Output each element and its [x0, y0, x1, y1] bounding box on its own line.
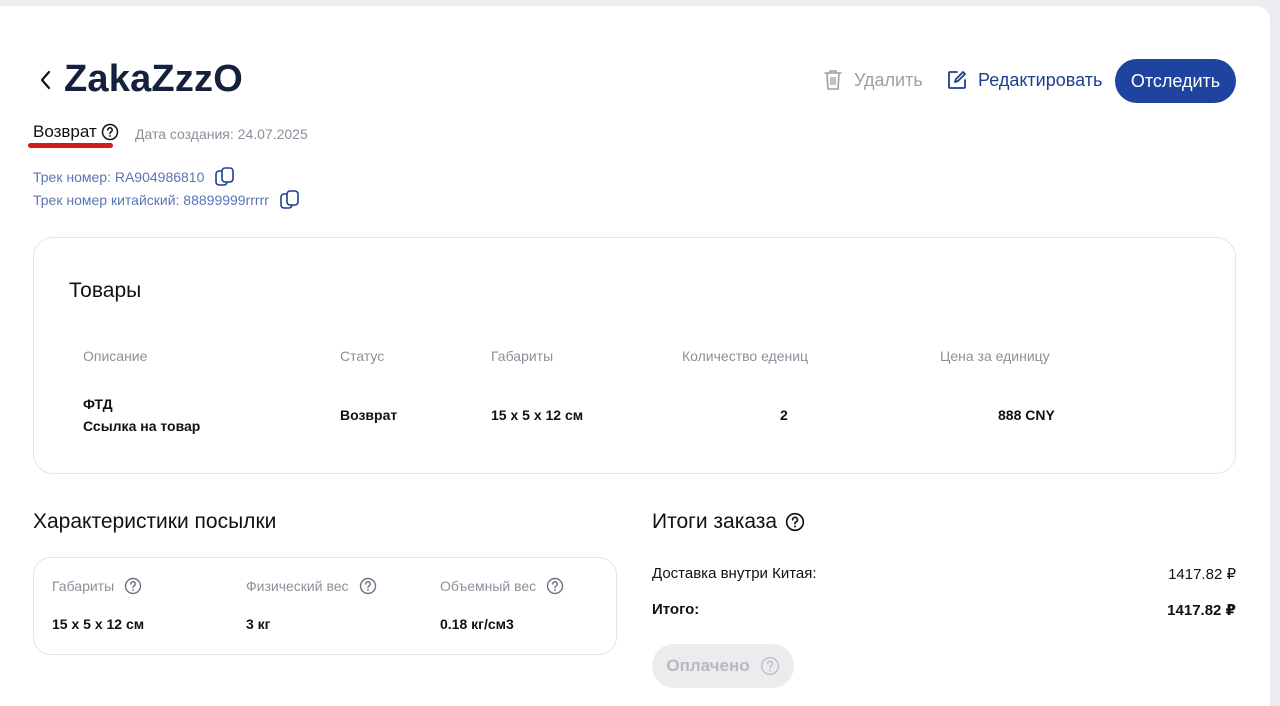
- chevron-left-icon: [40, 70, 51, 90]
- summary-title: Итоги заказа: [652, 510, 778, 533]
- parcel-weight-label-row: Физический вес: [246, 577, 377, 595]
- item-quantity: 2: [780, 407, 788, 423]
- edit-label: Редактировать: [978, 69, 1103, 90]
- column-header-price: Цена за единицу: [940, 348, 1050, 364]
- parcel-volume-label-row: Объемный вес: [440, 577, 564, 595]
- item-price: 888 CNY: [998, 407, 1055, 423]
- total-value: 1417.82 ₽: [1167, 602, 1236, 619]
- created-date: Дата создания: 24.07.2025: [135, 126, 308, 142]
- track-button[interactable]: Отследить: [1115, 59, 1236, 103]
- column-header-status: Статус: [340, 348, 385, 364]
- parcel-dimensions-label: Габариты: [52, 578, 115, 594]
- delivery-label: Доставка внутри Китая:: [652, 565, 817, 582]
- help-circle-icon[interactable]: [785, 512, 805, 532]
- summary-title-row: Итоги заказа: [652, 510, 805, 534]
- paid-label: Оплачено: [666, 656, 750, 675]
- edit-button[interactable]: Редактировать: [946, 64, 1102, 96]
- delete-button[interactable]: Удалить: [822, 64, 923, 96]
- parcel-volume-label: Объемный вес: [440, 578, 537, 594]
- item-status: Возврат: [340, 407, 398, 423]
- track-number-china-row: Трек номер китайский: 88899999rrrrr: [33, 189, 301, 211]
- copy-icon: [280, 190, 299, 209]
- edit-icon: [948, 71, 966, 89]
- trash-icon: [824, 70, 842, 90]
- column-header-description: Описание: [83, 348, 148, 364]
- item-link[interactable]: Ссылка на товар: [83, 418, 200, 434]
- track-number-china: Трек номер китайский: 88899999rrrrr: [33, 192, 269, 208]
- track-number-row: Трек номер: RA904986810: [33, 166, 236, 188]
- help-circle-icon[interactable]: [359, 577, 377, 595]
- parcel-card: [33, 557, 617, 655]
- delivery-value: 1417.82 ₽: [1168, 566, 1236, 583]
- column-header-quantity: Количество едениц: [682, 348, 809, 364]
- parcel-weight-value: 3 кг: [246, 616, 271, 632]
- order-type-label: Возврат: [33, 122, 97, 141]
- help-circle-icon: [760, 656, 779, 676]
- parcel-title: Характеристики посылки: [33, 510, 277, 533]
- goods-card: [33, 237, 1236, 474]
- page-title: ZakaZzzO: [64, 58, 243, 100]
- item-dimensions: 15 x 5 x 12 см: [491, 407, 584, 423]
- parcel-weight-label: Физический вес: [246, 578, 349, 594]
- goods-title: Товары: [69, 279, 142, 302]
- parcel-volume-value: 0.18 кг/см3: [440, 616, 514, 632]
- copy-track-number-china-button[interactable]: [279, 189, 301, 211]
- help-circle-icon[interactable]: [546, 577, 564, 595]
- column-header-dimensions: Габариты: [491, 348, 554, 364]
- back-button[interactable]: [34, 66, 58, 94]
- parcel-dimensions-label-row: Габариты: [52, 577, 142, 595]
- copy-track-number-button[interactable]: [214, 166, 236, 188]
- help-circle-icon[interactable]: [124, 577, 142, 595]
- parcel-dimensions-value: 15 x 5 x 12 см: [52, 616, 145, 632]
- delete-label: Удалить: [854, 69, 923, 90]
- item-name: ФТД: [83, 396, 113, 412]
- order-type: Возврат: [33, 122, 119, 142]
- help-circle-icon[interactable]: [101, 123, 119, 141]
- paid-button[interactable]: Оплачено: [652, 644, 794, 688]
- order-type-underline: [28, 143, 113, 148]
- total-label: Итого:: [652, 601, 700, 618]
- copy-icon: [215, 167, 235, 186]
- track-number: Трек номер: RA904986810: [33, 169, 205, 185]
